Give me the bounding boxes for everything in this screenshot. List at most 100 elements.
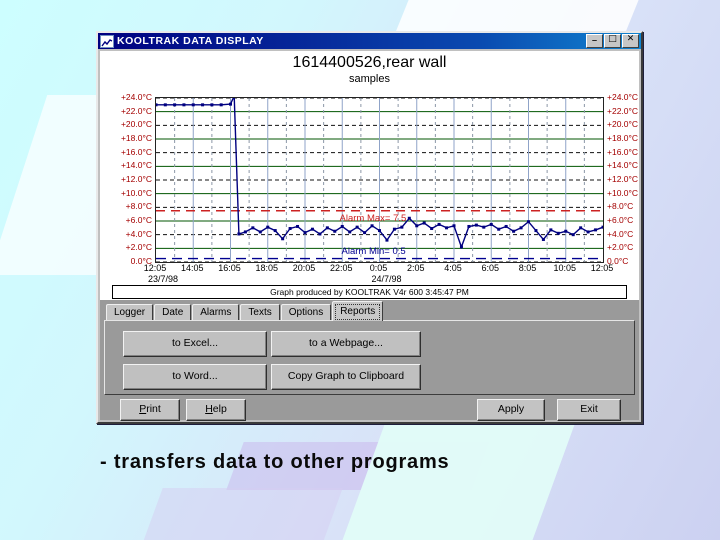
series-marker <box>273 229 277 233</box>
series-marker <box>182 103 186 107</box>
copy-graph-to-clipboard-button[interactable]: Copy Graph to Clipboard <box>271 364 421 390</box>
tab-strip: Logger Date Alarms Texts Options Reports <box>106 301 384 321</box>
series-marker <box>219 103 223 107</box>
title-bar[interactable]: KOOLTRAK DATA DISPLAY _ □ ✕ <box>98 33 641 49</box>
y-tick-label: +6.0°C <box>607 215 634 225</box>
series-marker <box>281 237 285 241</box>
series-marker <box>601 225 603 229</box>
app-window: KOOLTRAK DATA DISPLAY _ □ ✕ 1614400526,r… <box>96 31 643 424</box>
y-tick-label: +14.0°C <box>607 160 639 171</box>
tab-label: Options <box>288 307 324 318</box>
x-tick-label: 12:05 <box>590 263 614 273</box>
y-tick-label: +22.0°C <box>607 105 639 116</box>
series-marker <box>296 224 300 228</box>
x-tick-label: 16:05 <box>218 263 241 273</box>
series-marker <box>385 238 389 242</box>
tab-reports[interactable]: Reports <box>332 301 384 321</box>
y-tick-label: +12.0°C <box>607 174 639 184</box>
x-tick-label: 22:05 <box>329 263 353 273</box>
series-marker <box>340 224 344 228</box>
y-tick-label: +6.0°C <box>125 215 152 225</box>
series-marker <box>504 224 508 228</box>
series-marker <box>191 103 195 107</box>
background-shape <box>334 422 576 540</box>
series-marker <box>594 228 598 232</box>
series-marker <box>348 230 352 234</box>
series-marker <box>467 224 471 228</box>
series-marker <box>156 103 158 107</box>
y-tick-label: +22.0°C <box>120 105 152 116</box>
series-marker <box>266 225 270 229</box>
close-button[interactable]: ✕ <box>622 34 639 48</box>
y-tick-label: +16.0°C <box>607 146 639 157</box>
tab-texts[interactable]: Texts <box>240 304 280 321</box>
y-tick-label: +2.0°C <box>125 242 152 253</box>
export-to-webpage-button[interactable]: to a Webpage... <box>271 331 421 357</box>
x-date-label: 23/7/98 <box>147 274 179 284</box>
series-marker <box>163 103 167 107</box>
tab-date[interactable]: Date <box>154 304 192 321</box>
series-marker <box>564 229 568 233</box>
tab-alarms[interactable]: Alarms <box>192 304 240 321</box>
series-marker <box>430 227 434 231</box>
x-tick-label: 8:05 <box>518 263 537 273</box>
series-marker <box>549 228 553 232</box>
y-tick-label: +18.0°C <box>607 133 639 143</box>
series-marker <box>556 231 560 235</box>
series-marker <box>422 221 426 225</box>
series-marker <box>437 222 441 226</box>
chart-subtitle: samples <box>349 73 390 85</box>
chart-svg <box>156 98 603 262</box>
exit-button[interactable]: Exit <box>557 399 621 421</box>
y-tick-label: +8.0°C <box>125 201 152 212</box>
series-marker <box>452 224 456 228</box>
series-marker <box>512 229 516 233</box>
series-marker <box>325 226 329 230</box>
x-tick-label: 20:05 <box>292 263 316 273</box>
series-marker <box>392 227 396 231</box>
y-tick-label: +20.0°C <box>607 119 639 130</box>
series-marker <box>229 102 232 106</box>
y-tick-label: +2.0°C <box>607 242 634 253</box>
y-tick-label: +10.0°C <box>120 187 152 198</box>
tab-logger[interactable]: Logger <box>106 304 154 321</box>
y-tick-label: +16.0°C <box>120 146 152 157</box>
plot-region: Alarm Max= 7.5 Alarm Min= 0.5 <box>155 97 604 263</box>
series-marker <box>474 223 478 227</box>
series-marker <box>303 231 307 235</box>
series-marker <box>333 229 337 233</box>
maximize-button[interactable]: □ <box>604 34 621 48</box>
x-tick-label: 14:05 <box>180 263 204 273</box>
export-to-word-button[interactable]: to Word... <box>123 364 267 390</box>
series-marker <box>482 225 486 229</box>
print-button[interactable]: Print <box>120 399 180 421</box>
series-marker <box>527 220 530 224</box>
x-date-label: 24/7/98 <box>371 274 402 284</box>
series-marker <box>586 230 590 234</box>
series-marker <box>497 227 501 231</box>
x-tick-label: 0:05 <box>369 263 388 273</box>
y-tick-label: +14.0°C <box>120 160 152 171</box>
y-tick-label: +10.0°C <box>607 187 639 198</box>
series-marker <box>355 225 359 229</box>
series-marker <box>445 226 449 230</box>
series-marker <box>173 103 177 107</box>
chart-title: 1614400526,rear wall <box>292 54 447 71</box>
chart-footer: Graph produced by KOOLTRAK V4r 600 3:45:… <box>112 285 627 299</box>
tab-label: Logger <box>114 307 146 318</box>
series-marker <box>210 103 214 107</box>
minimize-button[interactable]: _ <box>586 33 603 48</box>
series-marker <box>378 229 381 233</box>
export-to-excel-button[interactable]: to Excel... <box>123 331 267 357</box>
series-marker <box>237 232 241 236</box>
x-tick-label: 10:05 <box>553 263 577 273</box>
help-button[interactable]: Help <box>186 399 246 421</box>
apply-button[interactable]: Apply <box>477 399 545 421</box>
series-marker <box>363 231 367 235</box>
tab-options[interactable]: Options <box>280 304 332 321</box>
tab-label: Alarms <box>200 307 232 318</box>
y-tick-label: +12.0°C <box>120 174 152 184</box>
series-marker <box>489 222 493 226</box>
y-tick-label: +20.0°C <box>120 119 152 130</box>
tab-label: Date <box>162 307 184 318</box>
